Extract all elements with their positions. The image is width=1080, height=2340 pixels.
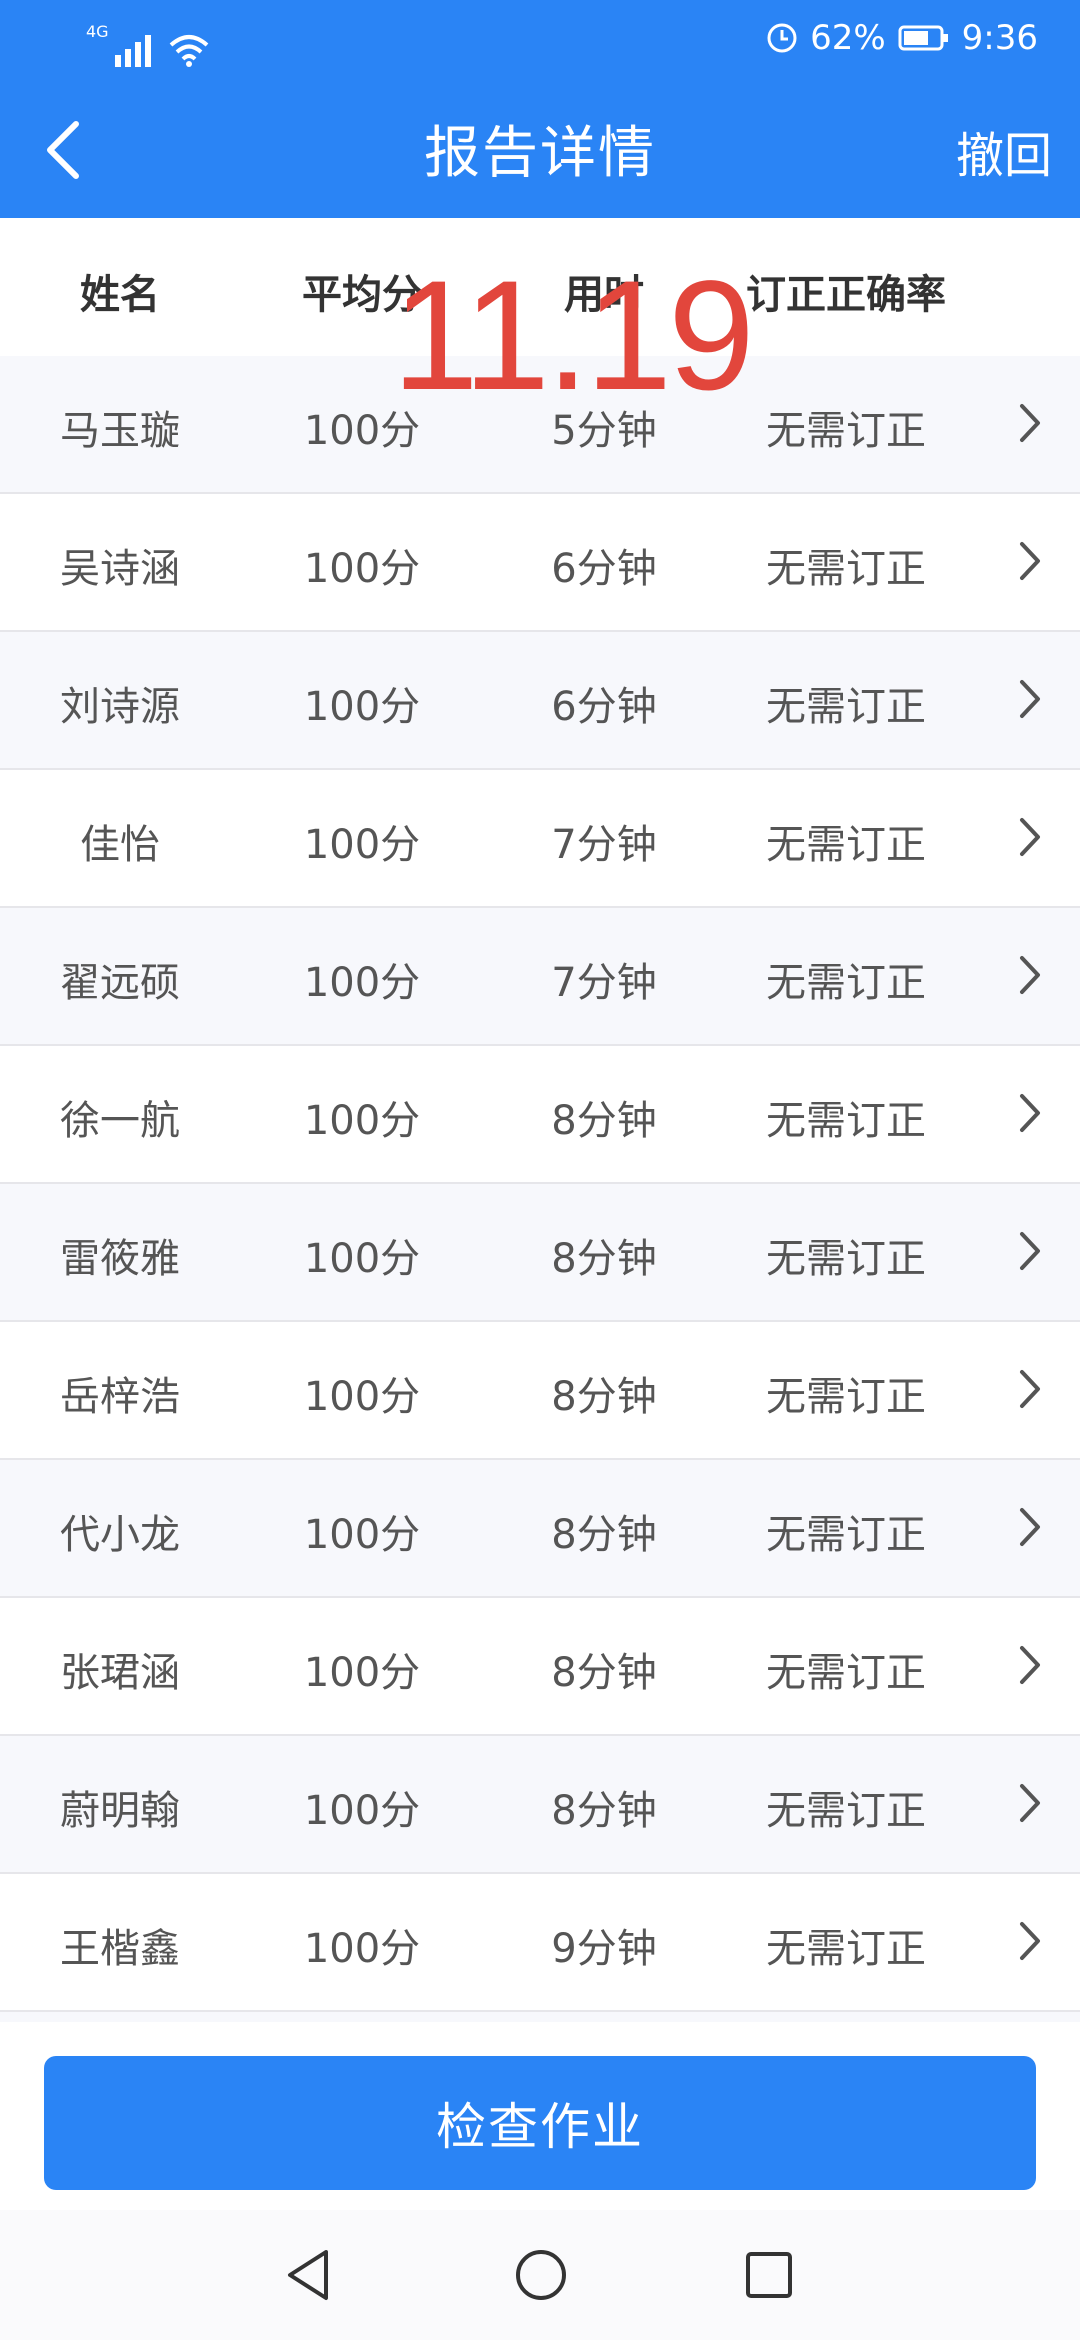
student-name: 刘诗源 <box>60 684 180 730</box>
network-type: 4G <box>86 22 109 41</box>
average-score: 100分 <box>303 1650 421 1696</box>
average-score: 100分 <box>303 1236 421 1282</box>
correction-rate: 无需订正 <box>766 960 926 1006</box>
chevron-right-icon[interactable] <box>1016 398 1046 448</box>
chevron-right-icon[interactable] <box>1016 674 1046 724</box>
wifi-icon <box>169 35 208 67</box>
student-name: 王楷鑫 <box>60 1926 180 1972</box>
average-score: 100分 <box>303 960 421 1006</box>
student-name: 代小龙 <box>60 1512 180 1558</box>
average-score: 100分 <box>303 1374 421 1420</box>
time-used: 6分钟 <box>551 684 657 730</box>
clock: 9:36 <box>961 18 1038 58</box>
chevron-right-icon[interactable] <box>1016 1640 1046 1690</box>
page-title: 报告详情 <box>424 121 656 186</box>
table-row[interactable]: 岳梓浩 100分 8分钟 无需订正 <box>0 1322 1080 1460</box>
battery-percent: 62% <box>810 18 886 58</box>
date-stamp: 11.19 <box>392 249 755 423</box>
average-score: 100分 <box>303 1512 421 1558</box>
time-used: 7分钟 <box>551 960 657 1006</box>
signal-icon <box>114 33 151 67</box>
correction-rate: 无需订正 <box>766 1236 926 1282</box>
correction-rate: 无需订正 <box>766 408 926 454</box>
chevron-right-icon[interactable] <box>1016 1916 1046 1966</box>
column-header-name: 姓名 <box>80 272 160 318</box>
student-name: 张珺涵 <box>60 1650 180 1696</box>
average-score: 100分 <box>303 1098 421 1144</box>
chevron-right-icon[interactable] <box>1016 812 1046 862</box>
table-row[interactable]: 刘诗源 100分 6分钟 无需订正 <box>0 632 1080 770</box>
chevron-right-icon[interactable] <box>1016 536 1046 586</box>
correction-rate: 无需订正 <box>766 546 926 592</box>
table-row[interactable]: 代小龙 100分 8分钟 无需订正 <box>0 1460 1080 1598</box>
correction-rate: 无需订正 <box>766 1926 926 1972</box>
time-used: 8分钟 <box>551 1098 657 1144</box>
correction-rate: 无需订正 <box>766 1098 926 1144</box>
footer: 检查作业 <box>0 2022 1080 2210</box>
battery-icon <box>898 25 948 51</box>
system-nav-bar <box>0 2210 1080 2340</box>
time-used: 8分钟 <box>551 1236 657 1282</box>
table-row[interactable]: 吴诗涵 100分 6分钟 无需订正 <box>0 494 1080 632</box>
chevron-right-icon[interactable] <box>1016 950 1046 1000</box>
correction-rate: 无需订正 <box>766 1512 926 1558</box>
battery-saver-icon <box>767 23 797 53</box>
table-row[interactable]: 张珺涵 100分 8分钟 无需订正 <box>0 1598 1080 1736</box>
student-name: 翟远硕 <box>60 960 180 1006</box>
status-right: 62% 9:36 <box>766 18 1038 58</box>
table-row[interactable]: 王楷鑫 100分 9分钟 无需订正 <box>0 1874 1080 2012</box>
chevron-right-icon[interactable] <box>1016 1088 1046 1138</box>
student-name: 徐一航 <box>60 1098 180 1144</box>
average-score: 100分 <box>303 546 421 592</box>
check-homework-button[interactable]: 检查作业 <box>44 2056 1036 2190</box>
student-name: 岳梓浩 <box>60 1374 180 1420</box>
back-triangle-icon[interactable] <box>284 2248 334 2302</box>
average-score: 100分 <box>303 1926 421 1972</box>
revoke-button[interactable]: 撤回 <box>956 116 1052 186</box>
student-name: 雷筱雅 <box>60 1236 180 1282</box>
table-row[interactable]: 翟远硕 100分 7分钟 无需订正 <box>0 908 1080 1046</box>
student-name: 佳怡 <box>80 822 160 868</box>
time-used: 8分钟 <box>551 1512 657 1558</box>
time-used: 8分钟 <box>551 1788 657 1834</box>
correction-rate: 无需订正 <box>766 1650 926 1696</box>
time-used: 7分钟 <box>551 822 657 868</box>
time-used: 6分钟 <box>551 546 657 592</box>
table-row[interactable]: 雷筱雅 100分 8分钟 无需订正 <box>0 1184 1080 1322</box>
average-score: 100分 <box>303 684 421 730</box>
status-bar: 4G 62% 9:36 <box>0 0 1080 80</box>
home-circle-icon[interactable] <box>514 2248 568 2302</box>
average-score: 100分 <box>303 822 421 868</box>
correction-rate: 无需订正 <box>766 684 926 730</box>
student-name: 马玉璇 <box>60 408 180 454</box>
student-list: 马玉璇 100分 5分钟 无需订正 吴诗涵 100分 6分钟 无需订正 刘诗源 100分 6分钟 无需… <box>0 356 1080 2024</box>
student-name: 蔚明翰 <box>60 1788 180 1834</box>
correction-rate: 无需订正 <box>766 1374 926 1420</box>
table-row[interactable]: 佳怡 100分 7分钟 无需订正 <box>0 770 1080 908</box>
chevron-right-icon[interactable] <box>1016 1364 1046 1414</box>
correction-rate: 无需订正 <box>766 1788 926 1834</box>
average-score: 100分 <box>303 1788 421 1834</box>
column-header-correction: 订正正确率 <box>746 272 946 318</box>
student-name: 吴诗涵 <box>60 546 180 592</box>
time-used: 8分钟 <box>551 1374 657 1420</box>
time-used: 8分钟 <box>551 1650 657 1696</box>
chevron-right-icon[interactable] <box>1016 1226 1046 1276</box>
time-used: 9分钟 <box>551 1926 657 1972</box>
correction-rate: 无需订正 <box>766 822 926 868</box>
table-row[interactable]: 蔚明翰 100分 8分钟 无需订正 <box>0 1736 1080 1874</box>
recents-square-icon[interactable] <box>744 2248 794 2302</box>
chevron-right-icon[interactable] <box>1016 1778 1046 1828</box>
signal-group: 4G <box>86 22 211 67</box>
chevron-right-icon[interactable] <box>1016 1502 1046 1552</box>
table-row[interactable]: 徐一航 100分 8分钟 无需订正 <box>0 1046 1080 1184</box>
app-bar: 报告详情 撤回 <box>0 80 1080 218</box>
